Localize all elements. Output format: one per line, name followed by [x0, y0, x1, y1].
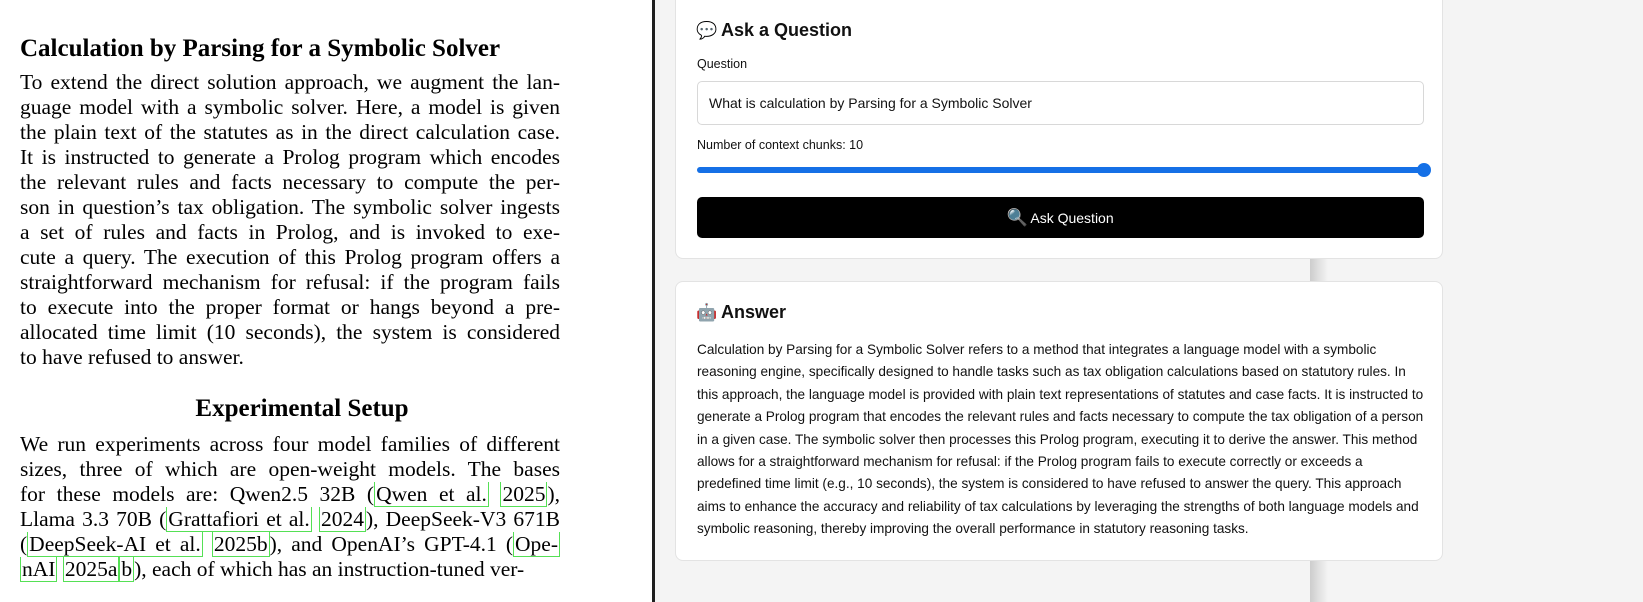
- text-line: It is instructed to generate a Prolog pr…: [20, 145, 560, 169]
- citation-link[interactable]: Grattafiori et al.: [166, 507, 312, 532]
- text-line: to have refused to answer.: [20, 345, 244, 369]
- text-line: a set of rules and facts in Prolog, and …: [20, 220, 560, 244]
- ask-question-title-text: Ask a Question: [721, 20, 853, 40]
- context-chunks-slider[interactable]: [697, 163, 1431, 177]
- question-input[interactable]: [697, 81, 1424, 125]
- text-line: to execute into the proper format or han…: [20, 295, 560, 319]
- citation-link[interactable]: Qwen et al.: [374, 482, 489, 507]
- ask-question-button-label: Ask Question: [1030, 209, 1114, 226]
- context-chunks-label: Number of context chunks: 10: [697, 138, 864, 152]
- text-line: allocated time limit (10 seconds), the s…: [20, 320, 560, 344]
- slider-thumb[interactable]: [1417, 163, 1431, 177]
- speech-bubble-icon: 💬: [696, 20, 718, 40]
- answer-title: 🤖 Answer: [696, 302, 787, 323]
- text-line: the plain text of the statutes as in the…: [20, 120, 560, 144]
- citation-year-link[interactable]: 2025b: [211, 532, 270, 557]
- text-line: son in question’s tax obligation. The sy…: [20, 195, 560, 219]
- text-line: To extend the direct solution approach, …: [20, 70, 560, 94]
- text-line: cute a query. The execution of this Prol…: [20, 245, 560, 269]
- slider-fill: [697, 167, 1424, 173]
- text-fragment: ), and OpenAI’s GPT-4.1 (: [269, 532, 514, 556]
- robot-icon: 🤖: [696, 302, 718, 322]
- answer-text: Calculation by Parsing for a Symbolic So…: [697, 342, 1424, 537]
- citation-link[interactable]: nAI: [20, 557, 58, 582]
- paragraph-experimental-setup: We run experiments across four model fam…: [20, 432, 560, 582]
- citation-link[interactable]: Ope-: [513, 532, 560, 557]
- citation-year-link[interactable]: b: [119, 557, 135, 582]
- citation-year-link[interactable]: 2025: [500, 482, 548, 507]
- ask-question-card: 💬 Ask a Question Question Number of cont…: [675, 0, 1443, 259]
- section-heading-symbolic-solver: Calculation by Parsing for a Symbolic So…: [20, 35, 501, 62]
- answer-title-text: Answer: [721, 302, 787, 322]
- text-line: guage model with a symbolic solver. Here…: [20, 95, 560, 119]
- text-line: Llama 3.3 70B (Grattafiori et al. 2024),…: [20, 507, 560, 532]
- section-heading-experimental-setup: Experimental Setup: [195, 395, 409, 422]
- text-fragment: Llama 3.3 70B (: [20, 507, 167, 531]
- magnifier-icon: 🔍: [1006, 207, 1028, 227]
- answer-card: 🤖 Answer Calculation by Parsing for a Sy…: [675, 281, 1443, 561]
- citation-link[interactable]: DeepSeek-AI et al.: [27, 532, 203, 557]
- text-line: straightforward mechanism for refusal: i…: [20, 270, 560, 294]
- text-line: nAI 2025a b), each of which has an instru…: [20, 557, 560, 582]
- text-line: the relevant rules and facts necessary t…: [20, 170, 560, 194]
- text-line: (DeepSeek-AI et al. 2025b), and OpenAI’s…: [20, 532, 560, 557]
- text-fragment: for these models are: Qwen2.5 32B (: [20, 482, 375, 506]
- paragraph-symbolic-solver: To extend the direct solution approach, …: [20, 70, 560, 370]
- text-fragment: ),: [547, 482, 560, 506]
- ask-question-title: 💬 Ask a Question: [696, 20, 853, 41]
- text-fragment: ), DeepSeek-V3 671B: [365, 507, 560, 531]
- text-line: sizes, three of which are open-weight mo…: [20, 457, 560, 481]
- citation-year-link[interactable]: 2025a: [62, 557, 120, 582]
- ask-question-button[interactable]: 🔍 Ask Question: [697, 197, 1424, 238]
- text-line: for these models are: Qwen2.5 32B (Qwen …: [20, 482, 560, 507]
- pdf-document-pane[interactable]: Calculation by Parsing for a Symbolic So…: [0, 0, 654, 602]
- qa-app-pane: 💬 Ask a Question Question Number of cont…: [655, 0, 1643, 602]
- text-fragment: ), each of which has an instruction-tune…: [134, 557, 525, 581]
- citation-year-link[interactable]: 2024: [318, 507, 366, 532]
- text-line: We run experiments across four model fam…: [20, 432, 560, 456]
- question-label: Question: [697, 57, 748, 71]
